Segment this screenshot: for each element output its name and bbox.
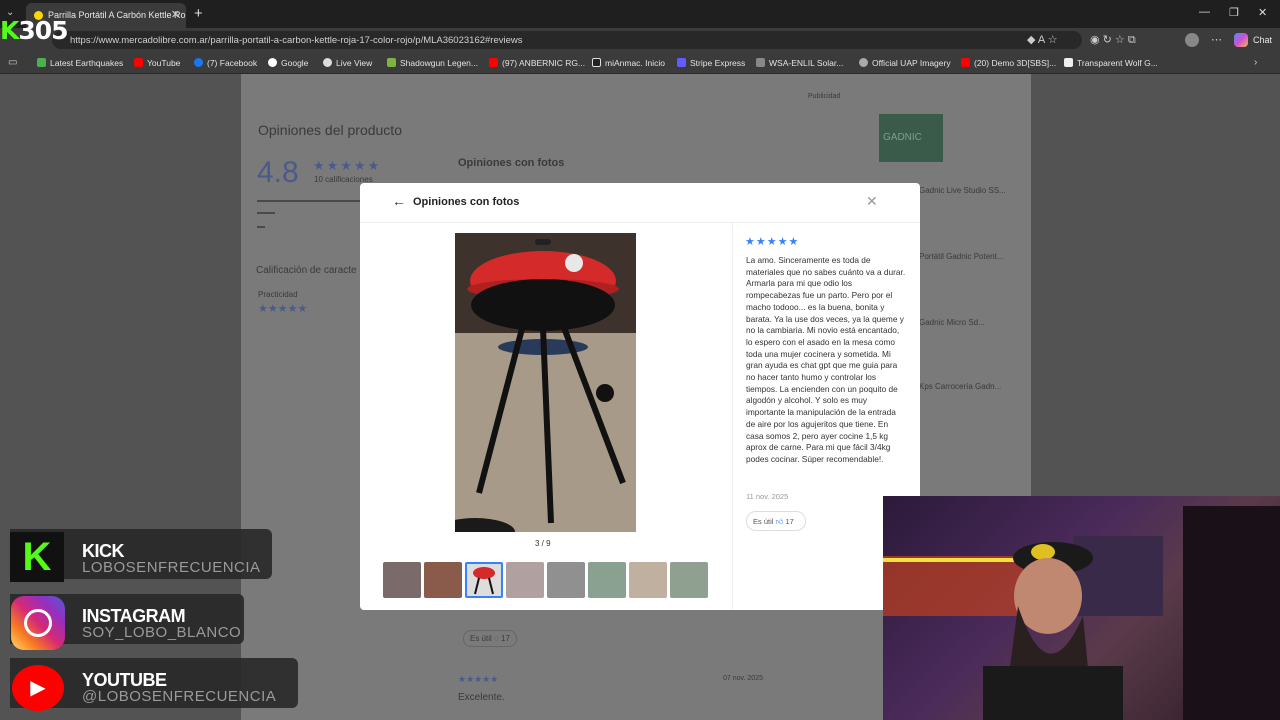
- features-heading: Calificación de caracte: [256, 265, 357, 276]
- thumbnail[interactable]: [424, 562, 462, 598]
- rating-bar: [257, 226, 265, 228]
- bookmark-item[interactable]: Official UAP Imagery: [859, 58, 951, 68]
- thumbs-up-icon: 👍︎: [775, 517, 784, 526]
- modal-header: ← Opiniones con fotos ✕: [360, 183, 920, 223]
- minimize-icon[interactable]: —: [1199, 6, 1210, 18]
- photo-review-modal: ← Opiniones con fotos ✕ 3 / 9 ★★★★★ La a…: [360, 183, 920, 610]
- bookmark-item[interactable]: (97) ANBERNIC RG...: [489, 58, 585, 68]
- thumbnail[interactable]: [547, 562, 585, 598]
- bookmark-item[interactable]: Latest Earthquakes: [37, 58, 123, 68]
- rating-value: 4.8: [257, 156, 299, 189]
- helpful-button[interactable]: Es útil 👍︎ 17: [746, 511, 806, 531]
- window-close-icon[interactable]: ✕: [1258, 6, 1267, 19]
- kick-icon: K: [10, 532, 64, 582]
- sidebar-item[interactable]: Gadnic Micro Sd...: [919, 318, 985, 327]
- practicidad-stars: ★★★★★: [258, 303, 308, 315]
- practicidad-label: Practicidad: [258, 290, 298, 299]
- brand-logo[interactable]: GADNIC: [879, 114, 943, 162]
- sidebar-item[interactable]: Gadnic Live Studio SS...: [919, 186, 1006, 195]
- url-text: https://www.mercadolibre.com.ar/parrilla…: [70, 35, 523, 46]
- bookmark-item[interactable]: YouTube: [134, 58, 180, 68]
- bookmarks-more-icon[interactable]: ›: [1254, 57, 1257, 68]
- bookmark-item[interactable]: miAnmac. Inicio: [592, 58, 665, 68]
- sidebar-item[interactable]: Kps Carrocería Gadn...: [919, 382, 1001, 391]
- rating-bar: [257, 200, 367, 202]
- helpful-button-bg[interactable]: Es útil ◌ 17: [463, 630, 517, 647]
- review-text: La amo. Sinceramente es toda de material…: [746, 255, 906, 464]
- bookmark-item[interactable]: Transparent Wolf G...: [1064, 58, 1158, 68]
- back-arrow-icon[interactable]: ←: [392, 193, 406, 209]
- modal-divider: [732, 223, 733, 610]
- review-photo[interactable]: [455, 233, 636, 532]
- review2-date: 07 nov. 2025: [723, 675, 763, 682]
- sidebar-item[interactable]: Portátil Gadnic Potent...: [919, 252, 1004, 261]
- photos-heading: Opiniones con fotos: [458, 157, 565, 169]
- bookmark-item[interactable]: WSA-ENLIL Solar...: [756, 58, 843, 68]
- youtube-social-card: ▶ YOUTUBE @LOBOSENFRECUENCIA: [10, 658, 298, 711]
- social-handle: @LOBOSENFRECUENCIA: [82, 688, 277, 705]
- toolbar-extension-icons[interactable]: ◆ A ☆: [1027, 33, 1058, 46]
- address-bar-row: https://www.mercadolibre.com.ar/parrilla…: [0, 28, 1280, 52]
- webcam-feed: [883, 496, 1280, 720]
- section-title: Opiniones del producto: [258, 122, 402, 138]
- thumbnail-selected[interactable]: [465, 562, 503, 598]
- grill-illustration: [455, 233, 636, 532]
- instagram-social-card: INSTAGRAM SOY_LOBO_BLANCO: [10, 594, 244, 650]
- bookmark-item[interactable]: Live View: [323, 58, 372, 68]
- youtube-icon: ▶: [12, 665, 64, 711]
- photo-counter: 3 / 9: [535, 539, 551, 548]
- kick-overlay-logo: K305: [0, 16, 69, 45]
- review2-stars: ★★★★★: [458, 674, 499, 684]
- restore-icon[interactable]: ❐: [1229, 6, 1239, 19]
- menu-icon[interactable]: ⋯: [1211, 33, 1222, 46]
- url-field[interactable]: https://www.mercadolibre.com.ar/parrilla…: [52, 31, 1082, 49]
- social-handle: LOBOSENFRECUENCIA: [82, 559, 261, 576]
- bookmark-item[interactable]: (7) Facebook: [194, 58, 257, 68]
- review-stars: ★★★★★: [745, 236, 800, 248]
- review2-text: Excelente.: [458, 692, 505, 703]
- browser-tab-bar: ⌄ Parrilla Portátil A Carbón Kettle Ro ✕…: [0, 0, 1280, 28]
- review-date: 11 nov. 2025: [746, 492, 789, 501]
- helpful-count: 17: [785, 517, 794, 526]
- thumbnail[interactable]: [629, 562, 667, 598]
- thumbnail[interactable]: [588, 562, 626, 598]
- bookmark-item[interactable]: Shadowgun Legen...: [387, 58, 478, 68]
- thumbnail[interactable]: [383, 562, 421, 598]
- bookmarks-menu-icon[interactable]: ▭: [8, 57, 17, 68]
- bookmark-item[interactable]: Stripe Express: [677, 58, 745, 68]
- rating-bar: [257, 212, 275, 214]
- new-tab-icon[interactable]: +: [194, 5, 203, 22]
- webcam-scene: [883, 506, 1280, 720]
- ad-label: Publicidad: [808, 93, 841, 100]
- thumbnail[interactable]: [670, 562, 708, 598]
- helpful-label: Es útil: [753, 517, 774, 526]
- thumbnail[interactable]: [506, 562, 544, 598]
- social-handle: SOY_LOBO_BLANCO: [82, 624, 242, 641]
- instagram-icon: [11, 596, 65, 650]
- toolbar-icons[interactable]: ◉ ↻ ☆ ⧉: [1090, 33, 1136, 47]
- bookmark-item[interactable]: (20) Demo 3D[SBS]...: [961, 58, 1056, 68]
- close-icon[interactable]: ✕: [866, 193, 878, 210]
- tab-close-icon[interactable]: ✕: [171, 8, 180, 21]
- modal-title: Opiniones con fotos: [413, 196, 520, 208]
- rating-stars: ★★★★★: [313, 158, 382, 173]
- kick-social-card: K KICK LOBOSENFRECUENCIA: [10, 529, 272, 582]
- bookmarks-bar: ▭ Latest Earthquakes YouTube (7) Faceboo…: [0, 52, 1280, 74]
- tab-title: Parrilla Portátil A Carbón Kettle Ro: [48, 10, 186, 20]
- bookmark-item[interactable]: Google: [268, 58, 308, 68]
- copilot-icon[interactable]: [1234, 33, 1248, 47]
- chat-button[interactable]: Chat: [1253, 35, 1272, 45]
- profile-avatar[interactable]: [1185, 33, 1199, 47]
